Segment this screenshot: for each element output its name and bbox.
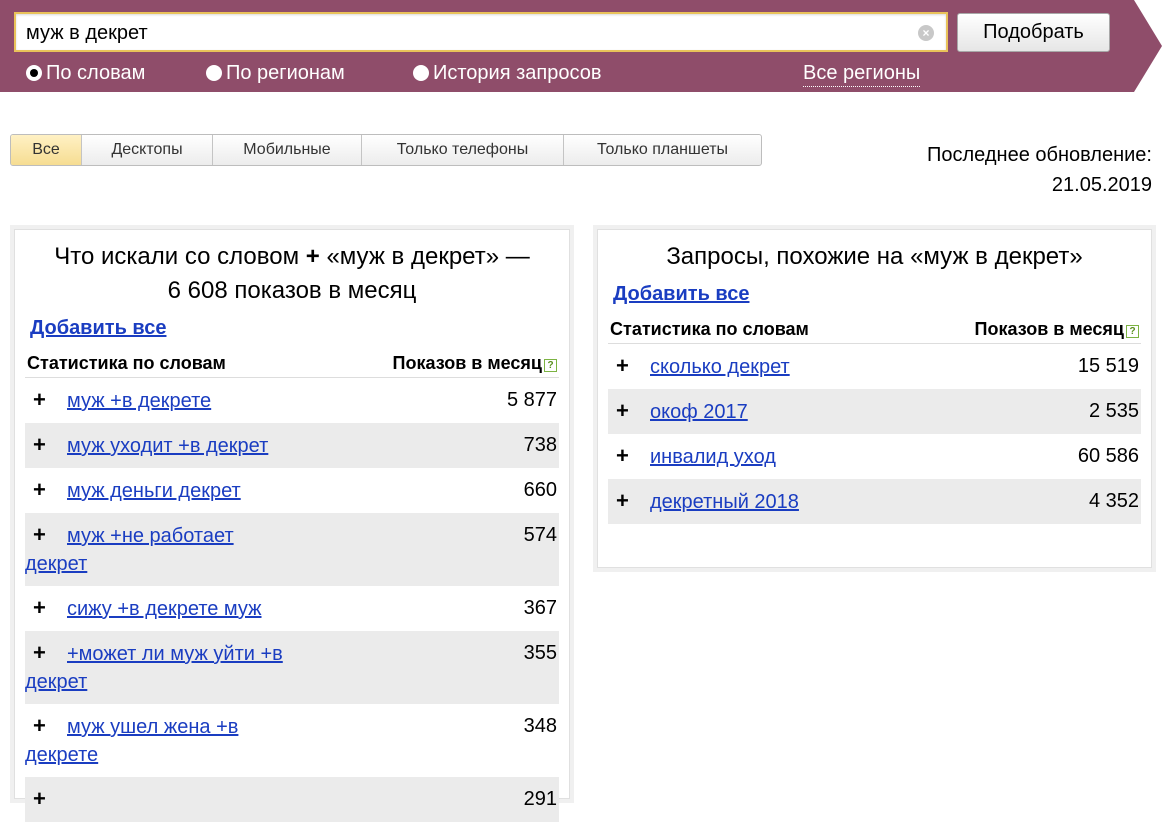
add-plus-icon[interactable]: + — [25, 639, 67, 667]
row-count: 355 — [523, 642, 557, 664]
help-icon[interactable]: ? — [544, 359, 557, 372]
table-row: + муж деньги декрет 660 — [25, 468, 559, 513]
add-plus-icon[interactable]: + — [608, 442, 650, 470]
word-stats-panel: Что искали со словом + «муж в декрет» — … — [14, 229, 570, 822]
radio-by-words[interactable]: По словам — [26, 60, 145, 86]
add-all-link[interactable]: Добавить все — [30, 314, 166, 342]
col-count-label: Показов в месяц — [974, 319, 1124, 339]
row-count: 574 — [523, 524, 557, 546]
row-count: 291 — [523, 788, 557, 810]
search-field[interactable]: × — [14, 12, 948, 52]
search-band: × Подобрать По словам По регионам Истори… — [0, 0, 1168, 92]
add-plus-icon[interactable]: + — [25, 712, 67, 740]
add-plus-icon[interactable]: + — [608, 487, 650, 515]
row-count: 15 519 — [1077, 355, 1139, 377]
table-row: + муж +не работает декрет 574 — [25, 513, 559, 586]
similar-queries-panel: Запросы, похожие на «муж в декрет» Добав… — [597, 229, 1152, 568]
help-icon[interactable]: ? — [1126, 325, 1139, 338]
last-update: Последнее обновление: 21.05.2019 — [927, 140, 1152, 200]
radio-label: По словам — [46, 62, 146, 84]
search-input[interactable] — [26, 20, 906, 46]
phrase-link[interactable]: муж +в декрете — [67, 390, 211, 412]
submit-button[interactable]: Подобрать — [957, 13, 1110, 52]
radio-unchecked-icon — [413, 65, 429, 81]
table-row: + муж уходит +в декрет 738 — [25, 423, 559, 468]
tab-desktops[interactable]: Десктопы — [81, 135, 212, 165]
add-plus-icon[interactable]: + — [25, 386, 67, 414]
last-update-label: Последнее обновление: — [927, 144, 1152, 166]
title-prefix: Что искали со словом — [54, 243, 300, 270]
radio-checked-icon — [26, 65, 42, 81]
col-count-header: Показов в месяц? — [393, 350, 557, 376]
tab-all[interactable]: Все — [11, 135, 81, 165]
clear-icon[interactable]: × — [918, 25, 934, 41]
phrase-link[interactable]: сколько декрет — [650, 356, 790, 378]
phrase-link[interactable]: муж уходит +в декрет — [67, 435, 268, 457]
col-count-label: Показов в месяц — [392, 353, 542, 373]
plus-icon: + — [305, 243, 320, 270]
table-header: Статистика по словам Показов в месяц? — [608, 316, 1141, 344]
table-header: Статистика по словам Показов в месяц? — [25, 350, 559, 378]
tab-tablets-only[interactable]: Только планшеты — [563, 135, 761, 165]
table-row: + инвалид уход 60 586 — [608, 434, 1141, 479]
add-plus-icon[interactable]: + — [25, 476, 67, 504]
row-count: 367 — [523, 597, 557, 619]
table-row: + сижу +в декрете муж 367 — [25, 586, 559, 631]
phrase-link[interactable]: сижу +в декрете муж — [67, 598, 262, 620]
row-count: 60 586 — [1077, 445, 1139, 467]
row-count: 2 535 — [1088, 400, 1139, 422]
add-plus-icon[interactable]: + — [25, 431, 67, 459]
row-count: 738 — [523, 434, 557, 456]
row-count: 5 877 — [506, 389, 557, 411]
table-row: + окоф 2017 2 535 — [608, 389, 1141, 434]
col-words-header: Статистика по словам — [610, 319, 809, 339]
row-count: 4 352 — [1088, 490, 1139, 512]
add-plus-icon[interactable]: + — [608, 397, 650, 425]
radio-label: По регионам — [226, 62, 345, 84]
table-row: + сколько декрет 15 519 — [608, 344, 1141, 389]
add-plus-icon[interactable]: + — [25, 594, 67, 622]
last-update-date: 21.05.2019 — [1051, 174, 1152, 196]
radio-query-history[interactable]: История запросов — [413, 60, 601, 86]
radio-by-regions[interactable]: По регионам — [206, 60, 345, 86]
row-count: 348 — [523, 715, 557, 737]
radio-unchecked-icon — [206, 65, 222, 81]
phrase-link[interactable]: окоф 2017 — [650, 401, 748, 423]
table-row: + муж ушел жена +в декрете 348 — [25, 704, 559, 777]
add-plus-icon[interactable]: + — [25, 785, 67, 813]
phrase-link[interactable]: декретный 2018 — [650, 491, 799, 513]
radio-label: История запросов — [433, 62, 602, 84]
add-plus-icon[interactable]: + — [608, 352, 650, 380]
word-stats-title: Что искали со словом + «муж в декрет» — … — [15, 230, 569, 308]
add-all-link[interactable]: Добавить все — [613, 280, 749, 308]
phrase-link[interactable]: муж деньги декрет — [67, 480, 241, 502]
table-row: + муж +в декрете 5 877 — [25, 378, 559, 423]
table-row: + декретный 2018 4 352 — [608, 479, 1141, 524]
table-row: + +может ли муж уйти +в декрет 355 — [25, 631, 559, 704]
word-stats-rows: + муж +в декрете 5 877 + муж уходит +в дек… — [25, 378, 559, 822]
col-count-header: Показов в месяц? — [975, 316, 1139, 342]
similar-queries-title: Запросы, похожие на «муж в декрет» — [666, 243, 1083, 270]
device-tabs: Все Десктопы Мобильные Только телефоны Т… — [10, 134, 762, 166]
tab-mobile[interactable]: Мобильные — [212, 135, 361, 165]
phrase-link[interactable]: инвалид уход — [650, 446, 776, 468]
tab-phones-only[interactable]: Только телефоны — [361, 135, 563, 165]
add-plus-icon[interactable]: + — [25, 521, 67, 549]
col-words-header: Статистика по словам — [27, 353, 226, 373]
similar-queries-rows: + сколько декрет 15 519 + окоф 2017 2 535 … — [608, 344, 1141, 524]
all-regions-link[interactable]: Все регионы — [803, 60, 921, 87]
row-count: 660 — [523, 479, 557, 501]
